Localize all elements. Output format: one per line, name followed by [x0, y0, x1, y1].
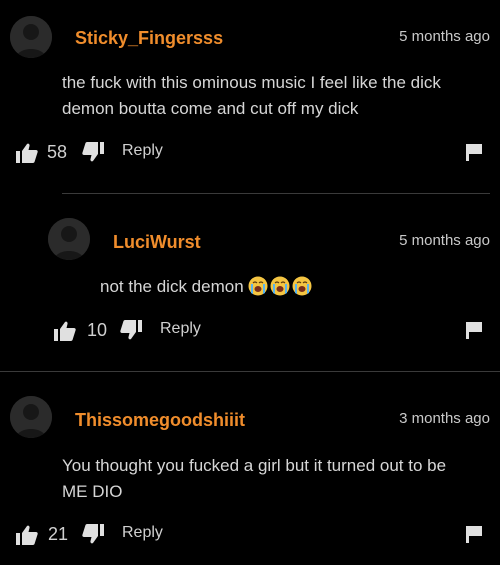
comment-actions: 58 Reply [0, 142, 500, 166]
thumbs-down-icon [120, 320, 142, 340]
comments-page: Sticky_Fingersss 5 months ago the fuck w… [0, 0, 500, 565]
like-count: 21 [48, 524, 69, 544]
comment-timestamp: 5 months ago [399, 232, 490, 249]
reply-label: Reply [160, 320, 201, 337]
comment-reply: LuciWurst 5 months ago not the dick demo… [0, 195, 500, 365]
reply-button[interactable]: Reply [122, 524, 163, 542]
reply-button[interactable]: Reply [160, 320, 201, 338]
flag-button[interactable] [464, 142, 484, 167]
avatar[interactable] [10, 396, 52, 438]
comment-text: You thought you fucked a girl but it tur… [62, 453, 492, 505]
comment-text: not the dick demon [100, 274, 490, 300]
reply-button[interactable]: Reply [122, 142, 163, 160]
comment-actions: 21 Reply [0, 524, 500, 548]
thumbs-down-icon [82, 524, 104, 544]
dislike-button[interactable] [82, 142, 104, 162]
avatar-placeholder-icon [10, 16, 52, 58]
avatar[interactable] [10, 16, 52, 58]
reply-label: Reply [122, 142, 163, 159]
dislike-button[interactable] [120, 320, 142, 340]
divider [62, 193, 490, 194]
flag-icon [466, 526, 482, 543]
comment-actions: 10 Reply [0, 320, 500, 344]
emoji-group [248, 276, 312, 296]
dislike-button[interactable] [82, 524, 104, 544]
flag-button[interactable] [464, 320, 484, 345]
like-button[interactable]: 21 [16, 524, 68, 545]
like-count: 10 [87, 320, 108, 340]
comment-timestamp: 3 months ago [399, 410, 490, 427]
crying-emoji-icon [270, 276, 290, 296]
like-button[interactable]: 58 [16, 142, 67, 163]
crying-emoji-icon [292, 276, 312, 296]
avatar-placeholder-icon [48, 218, 90, 260]
avatar-placeholder-icon [10, 396, 52, 438]
thumbs-down-icon [82, 142, 104, 162]
comment-timestamp: 5 months ago [399, 28, 490, 45]
comment: Thissomegoodshiiit 3 months ago You thou… [0, 373, 500, 565]
avatar[interactable] [48, 218, 90, 260]
crying-emoji-icon [248, 276, 268, 296]
divider [0, 371, 500, 372]
flag-icon [466, 322, 482, 339]
comment-text: the fuck with this ominous music I feel … [62, 70, 492, 122]
comment-text-line: the fuck with this ominous music I feel … [62, 73, 441, 92]
comment-text-line: not the dick demon [100, 277, 244, 296]
comment-text-line: demon boutta come and cut off my dick [62, 99, 359, 118]
comment-text-line: ME DIO [62, 482, 123, 501]
like-button[interactable]: 10 [54, 320, 107, 341]
reply-label: Reply [122, 524, 163, 541]
comment-text-line: You thought you fucked a girl but it tur… [62, 456, 447, 475]
flag-icon [466, 144, 482, 161]
comment-username[interactable]: Sticky_Fingersss [75, 28, 223, 49]
comment-username[interactable]: LuciWurst [113, 232, 201, 253]
thumbs-up-icon [54, 321, 76, 341]
comment: Sticky_Fingersss 5 months ago the fuck w… [0, 0, 500, 190]
flag-button[interactable] [464, 524, 484, 549]
like-count: 58 [47, 142, 68, 162]
comment-username[interactable]: Thissomegoodshiiit [75, 410, 245, 431]
thumbs-up-icon [16, 143, 38, 163]
thumbs-up-icon [16, 525, 38, 545]
